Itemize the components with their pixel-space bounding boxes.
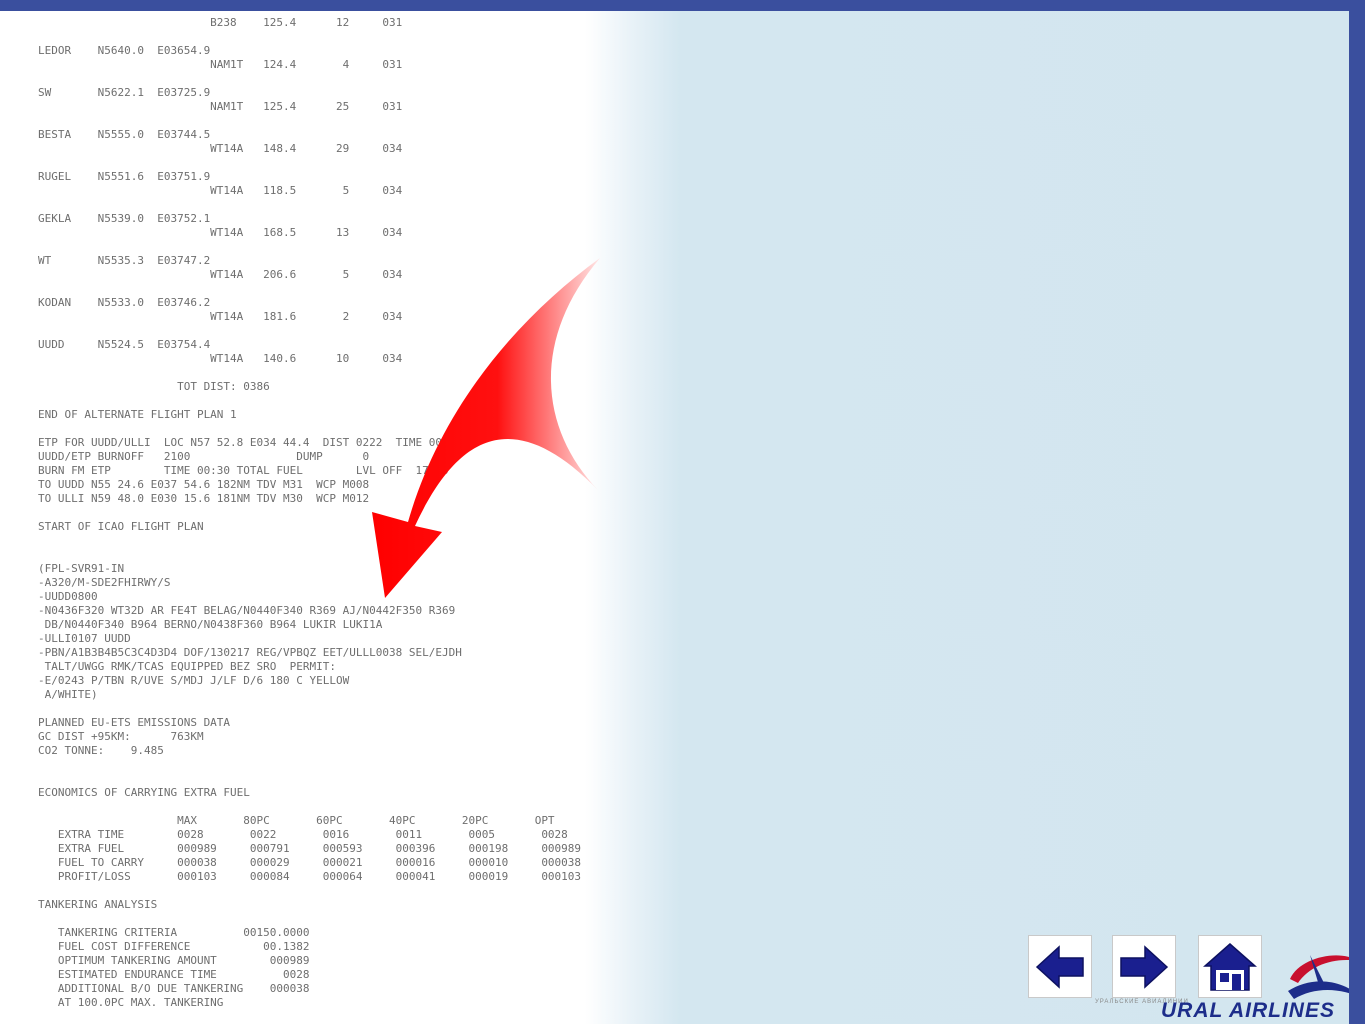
left-arrow-icon	[1035, 944, 1084, 989]
right-frame-bar	[1349, 0, 1365, 1024]
logo-wordmark: URAL AIRLINES	[1160, 999, 1335, 1022]
pointer-arrow-icon	[372, 258, 600, 598]
ural-airlines-logo: УРАЛЬСКИЕ АВИАЛИНИИ URAL AIRLINES	[1095, 945, 1365, 1024]
back-button[interactable]	[1028, 935, 1092, 998]
top-frame-bar	[0, 0, 1365, 11]
